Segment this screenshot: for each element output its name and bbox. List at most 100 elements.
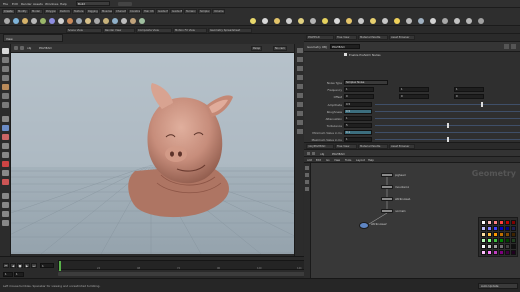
color-swatch[interactable] [487, 232, 492, 237]
shelf-tab-model[interactable]: Model [30, 9, 43, 14]
snap-prim-icon[interactable] [2, 202, 9, 208]
play-reverse-icon[interactable]: ◀ [10, 263, 16, 268]
shelf-tab-constraints[interactable]: Constraints [128, 9, 141, 14]
shelf-tab-muscles[interactable]: Muscles [100, 9, 113, 14]
noise-type-menu[interactable]: Simplex Noise [344, 80, 388, 85]
select-tool-icon[interactable] [2, 48, 9, 54]
snap-point-icon[interactable] [2, 211, 9, 217]
portal-light-icon[interactable] [382, 18, 388, 24]
font-tool-icon[interactable] [103, 18, 109, 24]
color-swatch[interactable] [505, 238, 510, 243]
null-tool-icon[interactable] [49, 18, 55, 24]
pose-tool-icon[interactable] [2, 93, 9, 99]
shelf-tab-guide-process[interactable]: Guide Process [156, 9, 169, 14]
color-swatch[interactable] [487, 238, 492, 243]
platonic-tool-icon[interactable] [112, 18, 118, 24]
color-swatch[interactable] [493, 238, 498, 243]
snapping-icon[interactable] [2, 116, 9, 122]
color-swatch[interactable] [511, 238, 516, 243]
light-icon[interactable] [250, 18, 256, 24]
net-menu-view[interactable]: View [334, 159, 340, 162]
color-swatch[interactable] [481, 250, 486, 255]
area-light-icon[interactable] [286, 18, 292, 24]
color-swatch[interactable] [505, 226, 510, 231]
start-frame-field-2[interactable]: 1 [14, 272, 24, 277]
max-value-slider[interactable] [375, 137, 520, 142]
attenuation-slider[interactable] [375, 117, 520, 119]
snap-grid-icon[interactable] [2, 193, 9, 199]
color-swatch[interactable] [499, 226, 504, 231]
tab-material-palette-net[interactable]: Material Palette [358, 144, 388, 149]
forward-arrow-icon[interactable] [312, 151, 315, 155]
current-frame-field[interactable]: 1 [40, 263, 54, 268]
gamepad-camera-icon[interactable] [442, 18, 448, 24]
wireframe-icon[interactable] [296, 66, 303, 71]
turbulence-slider[interactable] [375, 123, 520, 128]
caustic-light-icon[interactable] [370, 18, 376, 24]
node-normal1[interactable] [381, 209, 393, 213]
color-swatch[interactable] [481, 238, 486, 243]
color-swatch[interactable] [511, 220, 516, 225]
ambient-light-icon[interactable] [394, 18, 400, 24]
tab-geometry-spreadsheet[interactable]: Geometry Spreadsheet [208, 28, 252, 33]
frequency-y-field[interactable]: 1 [399, 87, 429, 92]
ghost-other-objects-icon[interactable] [296, 111, 303, 116]
viewport-tab[interactable]: View [3, 34, 63, 42]
point-numbers-icon[interactable] [296, 102, 303, 107]
select-groups-icon[interactable] [2, 179, 9, 185]
color-swatch[interactable] [481, 232, 486, 237]
color-swatch[interactable] [487, 244, 492, 249]
background-icon[interactable] [296, 120, 303, 125]
net-menu-tools[interactable]: Tools [345, 159, 351, 162]
playhead[interactable] [59, 261, 61, 271]
curve-tool-icon[interactable] [76, 18, 82, 24]
shading-mode-icon[interactable] [296, 57, 303, 62]
select-edges-icon[interactable] [2, 143, 9, 149]
l-system-tool-icon[interactable] [121, 18, 127, 24]
slider-knob[interactable] [447, 123, 449, 128]
net-menu-add[interactable]: Add [307, 159, 312, 162]
color-swatch[interactable] [505, 250, 510, 255]
color-swatch[interactable] [511, 250, 516, 255]
environment-light-icon[interactable] [334, 18, 340, 24]
path-node[interactable]: PIGHEAD [332, 152, 345, 156]
handle-tool-icon[interactable] [2, 84, 9, 90]
min-value-slider[interactable] [375, 131, 520, 133]
forward-arrow-icon[interactable] [20, 46, 24, 50]
menu-help[interactable]: Help [60, 2, 67, 6]
net-menu-edit[interactable]: Edit [316, 159, 321, 162]
line-tool-icon[interactable] [58, 18, 64, 24]
net-menu-help[interactable]: Help [368, 159, 374, 162]
frequency-x-field[interactable]: 1 [344, 87, 374, 92]
spray-paint-tool-icon[interactable] [94, 18, 100, 24]
color-swatch[interactable] [493, 220, 498, 225]
desktop-selector[interactable]: Build [76, 1, 110, 6]
color-swatch[interactable] [511, 232, 516, 237]
camera-icon[interactable] [406, 18, 412, 24]
amplitude-slider[interactable] [375, 102, 520, 107]
shelf-tab-rigging[interactable]: Rigging [86, 9, 99, 14]
path-obj[interactable]: obj [27, 46, 31, 50]
snap-multi-icon[interactable] [2, 220, 9, 226]
net-menu-layout[interactable]: Layout [356, 159, 365, 162]
tab-asset-browser[interactable]: Asset Browser [389, 35, 415, 40]
path-tool-icon[interactable] [85, 18, 91, 24]
menu-windows[interactable]: Windows [45, 2, 58, 6]
menu-edit[interactable]: Edit [12, 2, 18, 6]
turbulence-field[interactable]: 5 [344, 123, 372, 128]
shelf-tab-terrain-fx[interactable]: Terrain FX [184, 9, 197, 14]
gi-light-icon[interactable] [358, 18, 364, 24]
point-light-icon[interactable] [262, 18, 268, 24]
amplitude-field[interactable]: 0.5 [344, 102, 372, 107]
color-swatch[interactable] [493, 244, 498, 249]
spot-light-icon[interactable] [274, 18, 280, 24]
file-tool-icon[interactable] [139, 18, 145, 24]
stop-icon[interactable]: ■ [17, 263, 23, 268]
scale-tool-icon[interactable] [2, 75, 9, 81]
back-arrow-icon[interactable] [307, 151, 310, 155]
frequency-z-field[interactable]: 1 [454, 87, 484, 92]
menu-file[interactable]: File [3, 2, 8, 6]
help-icon[interactable] [511, 44, 516, 49]
stereo-camera-icon[interactable] [454, 18, 460, 24]
tab-parameters[interactable]: PIGHEAD [306, 35, 334, 40]
